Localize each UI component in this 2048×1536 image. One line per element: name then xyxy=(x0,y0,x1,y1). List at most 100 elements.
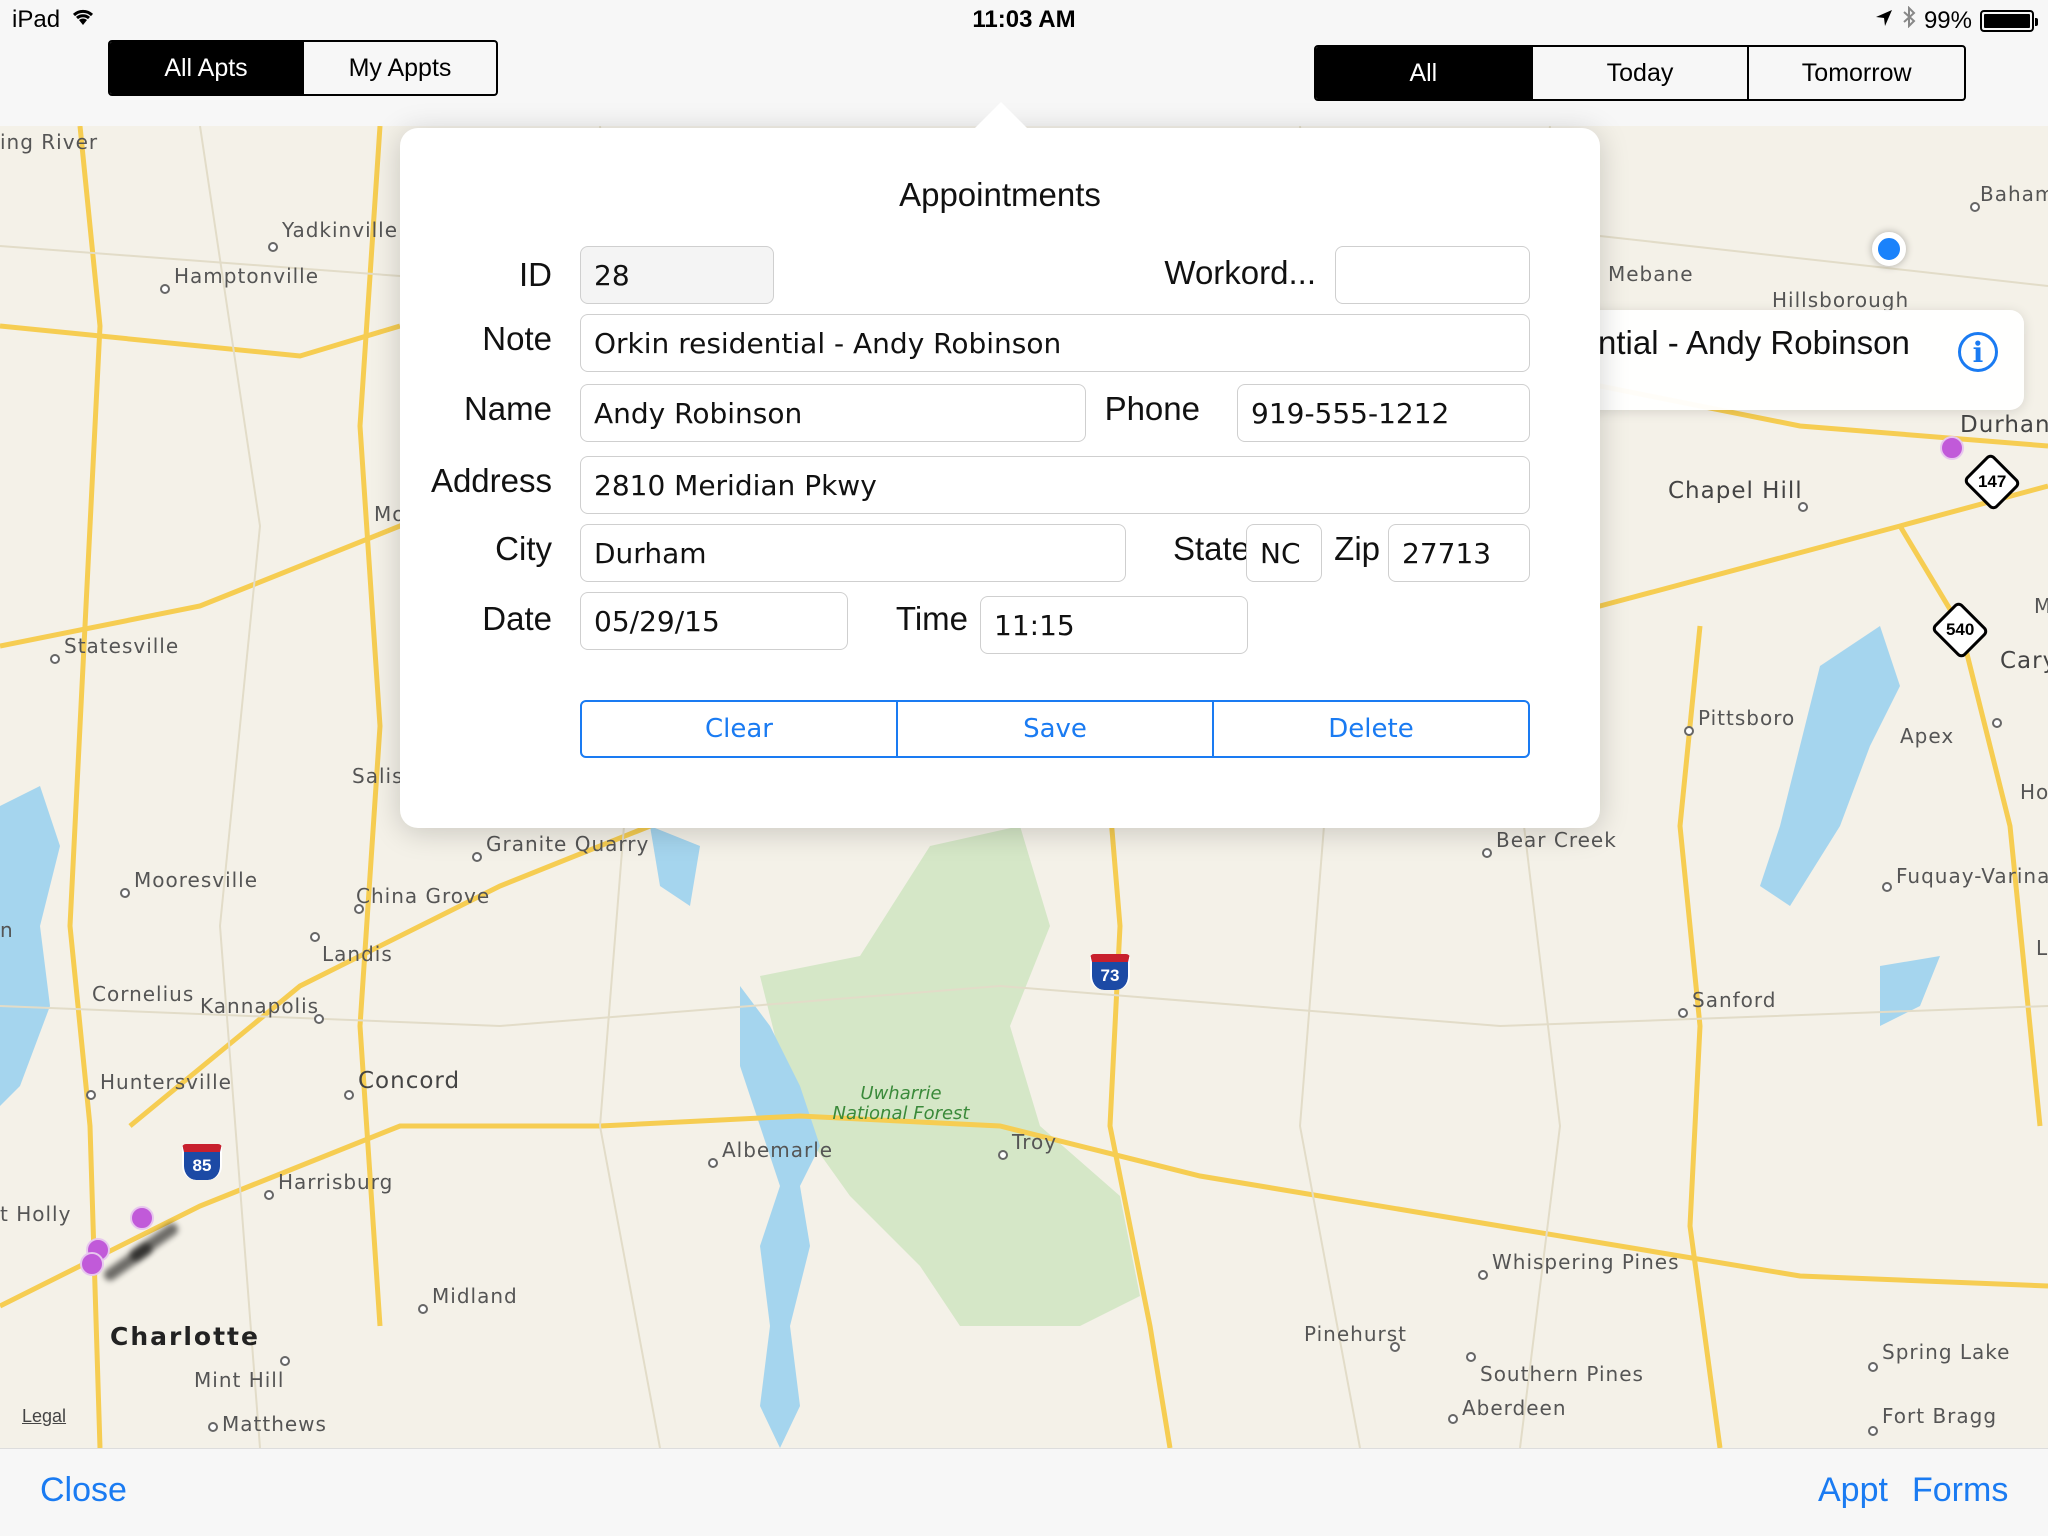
segment-all-apts[interactable]: All Apts xyxy=(110,42,302,94)
map-label-ing-river: ing River xyxy=(0,130,99,154)
map-dot-midland xyxy=(418,1304,428,1314)
address-field[interactable]: 2810 Meridian Pkwy xyxy=(580,456,1530,514)
map-label-durham: Durhan xyxy=(1960,412,2048,438)
map-dot-whispering-pines xyxy=(1478,1270,1488,1280)
map-label-sanford: Sanford xyxy=(1692,988,1777,1012)
annotation-callout[interactable]: ntial - Andy Robinson i xyxy=(1580,310,2024,410)
map-dot-yadkinville xyxy=(268,242,278,252)
delete-button[interactable]: Delete xyxy=(1212,702,1528,756)
status-time: 11:03 AM xyxy=(972,6,1076,33)
id-field[interactable]: 28 xyxy=(580,246,774,304)
map-label-baham: Baham xyxy=(1980,182,2048,206)
popover-arrow xyxy=(975,102,1027,128)
map-label-cary: Cary xyxy=(2000,648,2048,674)
forms-button[interactable]: Forms xyxy=(1912,1471,2008,1510)
close-button[interactable]: Close xyxy=(40,1471,127,1510)
map-label-salis: Salis xyxy=(352,764,404,788)
map-label-landis: Landis xyxy=(322,942,393,966)
map-label-huntersville: Huntersville xyxy=(100,1070,232,1094)
map-dot-albemarle xyxy=(708,1158,718,1168)
segment-my-appts[interactable]: My Appts xyxy=(302,42,496,94)
map-label-mooresville: Mooresville xyxy=(134,868,259,892)
interstate-85-shield: 85 xyxy=(182,1144,222,1180)
time-label: Time xyxy=(895,600,968,637)
segment-all[interactable]: All xyxy=(1316,47,1531,99)
segment-today[interactable]: Today xyxy=(1530,47,1748,99)
map-label-charlotte: Charlotte xyxy=(110,1322,260,1351)
appt-button[interactable]: Appt xyxy=(1818,1471,1888,1510)
map-label-uwharrie: Uwharrie National Forest xyxy=(832,1083,970,1124)
city-label: City xyxy=(495,530,552,567)
map-dot-granite-quarry xyxy=(472,852,482,862)
state-field[interactable]: NC xyxy=(1246,524,1322,582)
popover-title: Appointments xyxy=(899,176,1101,213)
map-label-china-grove: China Grove xyxy=(356,884,491,908)
map-label-n: n xyxy=(0,918,14,942)
map-dot-spring-lake xyxy=(1868,1362,1878,1372)
map-label-granite-quarry: Granite Quarry xyxy=(486,832,650,856)
workorder-field[interactable] xyxy=(1335,246,1530,304)
map-label-ho: Ho xyxy=(2020,780,2048,804)
note-field[interactable]: Orkin residential - Andy Robinson xyxy=(580,314,1530,372)
save-button[interactable]: Save xyxy=(896,702,1212,756)
map-pin-selected[interactable] xyxy=(1940,436,1964,460)
date-field[interactable]: 05/29/15 xyxy=(580,592,848,650)
battery-percent: 99% xyxy=(1923,6,1972,34)
map-pin[interactable] xyxy=(80,1252,104,1276)
map-dot-concord xyxy=(344,1090,354,1100)
map-label-cornelius: Cornelius xyxy=(92,982,195,1006)
info-icon[interactable]: i xyxy=(1958,332,1998,372)
map-dot-pinehurst xyxy=(1390,1342,1400,1352)
map-label-yadkinville: Yadkinville xyxy=(282,218,399,242)
appointments-popover: Appointments ID 28 Workord... Note Orkin… xyxy=(400,128,1600,828)
map-dot-pittsboro xyxy=(1684,726,1694,736)
map-dot-bear-creek xyxy=(1482,848,1492,858)
state-label: State xyxy=(1172,530,1250,567)
callout-title: ntial - Andy Robinson xyxy=(1598,324,1910,361)
city-field[interactable]: Durham xyxy=(580,524,1126,582)
phone-label: Phone xyxy=(1104,390,1200,427)
zip-field[interactable]: 27713 xyxy=(1388,524,1530,582)
map-label-l: L xyxy=(2036,936,2048,960)
map-dot-statesville xyxy=(50,654,60,664)
name-label: Name xyxy=(463,390,552,427)
map-dot-fuquay xyxy=(1882,882,1892,892)
map-dot-apex xyxy=(1992,718,2002,728)
map-dot-sanford xyxy=(1678,1008,1688,1018)
map-label-harrisburg: Harrisburg xyxy=(278,1170,394,1194)
map-dot-hamptonville xyxy=(160,284,170,294)
map-dot-kannapolis xyxy=(314,1014,324,1024)
map-label-southern-pines: Southern Pines xyxy=(1480,1362,1644,1386)
map-legal-link[interactable]: Legal xyxy=(22,1406,66,1427)
date-filter-segmented-control: All Today Tomorrow xyxy=(1314,45,1966,101)
zip-label: Zip xyxy=(1334,530,1380,567)
map-label-m: M xyxy=(2034,594,2048,618)
interstate-73-shield: 73 xyxy=(1090,954,1130,990)
user-location-dot xyxy=(1872,232,1906,266)
map-label-hamptonville: Hamptonville xyxy=(174,264,320,288)
clear-button[interactable]: Clear xyxy=(582,702,896,756)
map-label-whispering-pines: Whispering Pines xyxy=(1492,1250,1680,1274)
map-label-fort-bragg: Fort Bragg xyxy=(1882,1404,1998,1428)
map-label-chapel-hill: Chapel Hill xyxy=(1668,478,1803,504)
map-label-matthews: Matthews xyxy=(222,1412,327,1436)
map-label-fuquay: Fuquay-Varina xyxy=(1896,864,2048,888)
map-label-mebane: Mebane xyxy=(1608,262,1694,286)
map-dot-troy xyxy=(998,1150,1008,1160)
map-dot-matthews xyxy=(208,1422,218,1432)
battery-level xyxy=(1984,13,2030,28)
map-dot-huntersville xyxy=(86,1090,96,1100)
note-label: Note xyxy=(482,320,552,357)
name-field[interactable]: Andy Robinson xyxy=(580,384,1086,442)
phone-field[interactable]: 919-555-1212 xyxy=(1237,384,1530,442)
map-label-kannapolis: Kannapolis xyxy=(200,994,320,1018)
map-label-bear-creek: Bear Creek xyxy=(1496,828,1617,852)
map-pin[interactable] xyxy=(130,1206,154,1230)
segment-tomorrow[interactable]: Tomorrow xyxy=(1747,47,1964,99)
map-label-apex: Apex xyxy=(1900,724,1955,748)
map-dot-mooresville xyxy=(120,888,130,898)
map-label-mint-hill: Mint Hill xyxy=(194,1368,285,1392)
map-label-pittsboro: Pittsboro xyxy=(1698,706,1796,730)
battery-icon xyxy=(1980,9,2038,32)
time-field[interactable]: 11:15 xyxy=(980,596,1248,654)
